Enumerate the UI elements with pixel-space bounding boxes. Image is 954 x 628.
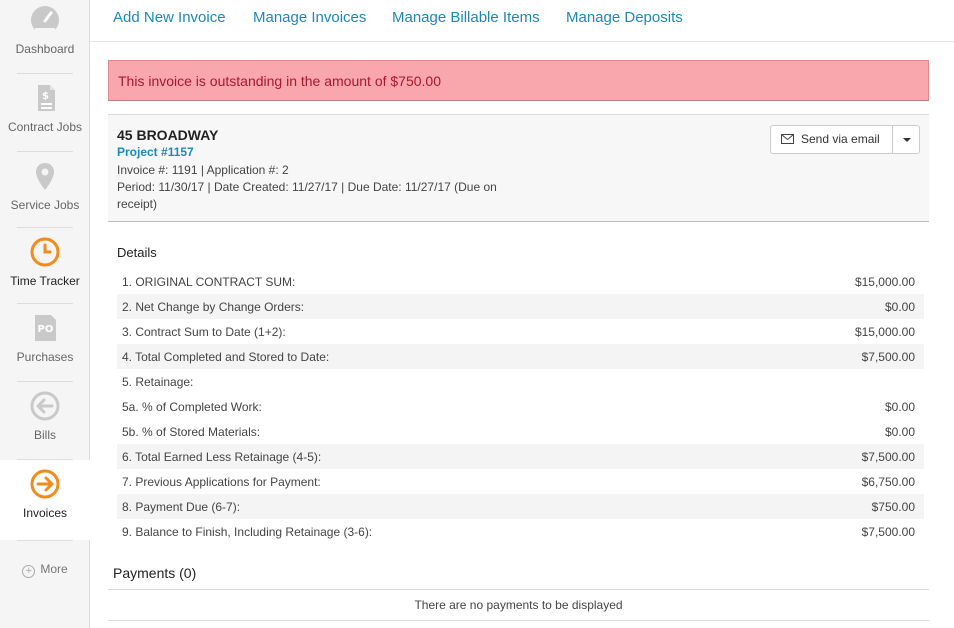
details-row-label: 9. Balance to Finish, Including Retainag… (122, 525, 373, 539)
details-row: 5. Retainage: (117, 369, 924, 394)
details-row-label: 8. Payment Due (6-7): (122, 500, 241, 514)
details-heading: Details (117, 245, 157, 260)
invoice-period-continued: receipt) (117, 197, 158, 211)
invoice-title: 45 BROADWAY (117, 127, 219, 143)
payments-empty-state: There are no payments to be displayed (108, 589, 929, 621)
sidebar-item-label: Invoices (22, 506, 68, 520)
sidebar-divider (17, 303, 73, 304)
details-row: 8. Payment Due (6-7): $750.00 (117, 494, 924, 519)
details-row-label: 7. Previous Applications for Payment: (122, 475, 321, 489)
outstanding-alert: This invoice is outstanding in the amoun… (108, 60, 929, 101)
sidebar-item-label: Bills (33, 428, 56, 442)
sidebar-more-button[interactable]: + More (0, 562, 90, 578)
sidebar-divider (17, 381, 73, 382)
map-pin-icon (36, 163, 54, 190)
invoice-header: 45 BROADWAY Project #1157 Invoice #: 119… (108, 114, 929, 222)
arrow-right-circle-icon (30, 469, 60, 499)
sidebar-divider (17, 151, 73, 152)
send-email-group: Send via email (770, 125, 920, 154)
sidebar: Dashboard $ Contract Jobs Service Jobs T… (0, 0, 90, 628)
alert-message: This invoice is outstanding in the amoun… (118, 73, 441, 89)
send-via-email-label: Send via email (801, 132, 880, 146)
sidebar-item-label: Dashboard (15, 42, 75, 56)
top-nav: Add New Invoice Manage Invoices Manage B… (90, 0, 954, 42)
details-row-label: 3. Contract Sum to Date (1+2): (122, 325, 286, 339)
sidebar-divider (17, 227, 73, 228)
details-row: 5b. % of Stored Materials: $0.00 (117, 419, 924, 444)
details-row-label: 5a. % of Completed Work: (122, 400, 262, 414)
svg-text:PO: PO (38, 324, 54, 335)
dashboard-icon (31, 6, 59, 36)
sidebar-divider (17, 73, 73, 74)
details-row-label: 4. Total Completed and Stored to Date: (122, 350, 330, 364)
details-row-value: $750.00 (871, 500, 915, 514)
details-row-value: $0.00 (884, 425, 915, 439)
details-row-value: $7,500.00 (861, 350, 915, 364)
sidebar-divider (17, 459, 73, 460)
sidebar-divider (17, 540, 73, 541)
details-row-value: $15,000.00 (854, 325, 915, 339)
details-table: 1. ORIGINAL CONTRACT SUM: $15,000.00 2. N… (117, 269, 924, 544)
sidebar-item-label: Contract Jobs (7, 120, 83, 134)
sidebar-item-contract-jobs[interactable]: $ Contract Jobs (0, 82, 90, 134)
details-row-label: 1. ORIGINAL CONTRACT SUM: (122, 275, 296, 289)
clock-icon (30, 237, 60, 267)
plus-icon: + (22, 565, 36, 578)
sidebar-item-label: Time Tracker (10, 274, 80, 288)
sidebar-item-dashboard[interactable]: Dashboard (0, 4, 90, 56)
manage-billable-items-link[interactable]: Manage Billable Items (392, 9, 540, 26)
details-row: 7. Previous Applications for Payment: $6,… (117, 469, 924, 494)
details-row-label: 2. Net Change by Change Orders: (122, 300, 305, 314)
sidebar-item-label: Service Jobs (10, 198, 80, 212)
details-row: 9. Balance to Finish, Including Retainag… (117, 519, 924, 544)
details-row-label: 5b. % of Stored Materials: (122, 425, 261, 439)
sidebar-item-label: Purchases (16, 350, 74, 364)
details-row: 2. Net Change by Change Orders: $0.00 (117, 294, 924, 319)
payments-heading: Payments (0) (113, 565, 197, 581)
manage-invoices-link[interactable]: Manage Invoices (253, 9, 366, 26)
details-row-label: 5. Retainage: (122, 375, 194, 389)
details-row: 5a. % of Completed Work: $0.00 (117, 394, 924, 419)
details-row: 4. Total Completed and Stored to Date: $7… (117, 344, 924, 369)
po-icon: PO (35, 315, 56, 341)
payments-empty-message: There are no payments to be displayed (414, 598, 623, 612)
envelope-icon (781, 134, 794, 144)
details-row-value: $0.00 (884, 300, 915, 314)
invoice-period: Period: 11/30/17 | Date Created: 11/27/1… (117, 180, 497, 194)
sidebar-item-time-tracker[interactable]: Time Tracker (0, 236, 90, 288)
project-link[interactable]: Project #1157 (117, 145, 194, 159)
sidebar-item-service-jobs[interactable]: Service Jobs (0, 160, 90, 212)
sidebar-item-invoices[interactable]: Invoices (0, 468, 90, 520)
details-row-label: 6. Total Earned Less Retainage (4-5): (122, 450, 322, 464)
svg-text:$: $ (42, 91, 49, 102)
details-row-value: $15,000.00 (854, 275, 915, 289)
details-row-value: $7,500.00 (861, 525, 915, 539)
details-row-value: $6,750.00 (861, 475, 915, 489)
contract-jobs-icon: $ (38, 85, 55, 111)
add-new-invoice-link[interactable]: Add New Invoice (113, 9, 226, 26)
details-row: 1. ORIGINAL CONTRACT SUM: $15,000.00 (117, 269, 924, 294)
sidebar-item-bills[interactable]: Bills (0, 390, 90, 442)
arrow-left-circle-icon (30, 391, 60, 421)
more-label: More (40, 562, 68, 576)
details-row: 6. Total Earned Less Retainage (4-5): $7,… (117, 444, 924, 469)
details-row-value: $7,500.00 (861, 450, 915, 464)
manage-deposits-link[interactable]: Manage Deposits (566, 9, 683, 26)
sidebar-item-purchases[interactable]: PO Purchases (0, 312, 90, 364)
send-via-email-button[interactable]: Send via email (771, 126, 892, 153)
invoice-numbers: Invoice #: 1191 | Application #: 2 (117, 163, 289, 177)
send-options-dropdown[interactable] (892, 126, 920, 153)
details-row-value: $0.00 (884, 400, 915, 414)
details-row: 3. Contract Sum to Date (1+2): $15,000.00 (117, 319, 924, 344)
